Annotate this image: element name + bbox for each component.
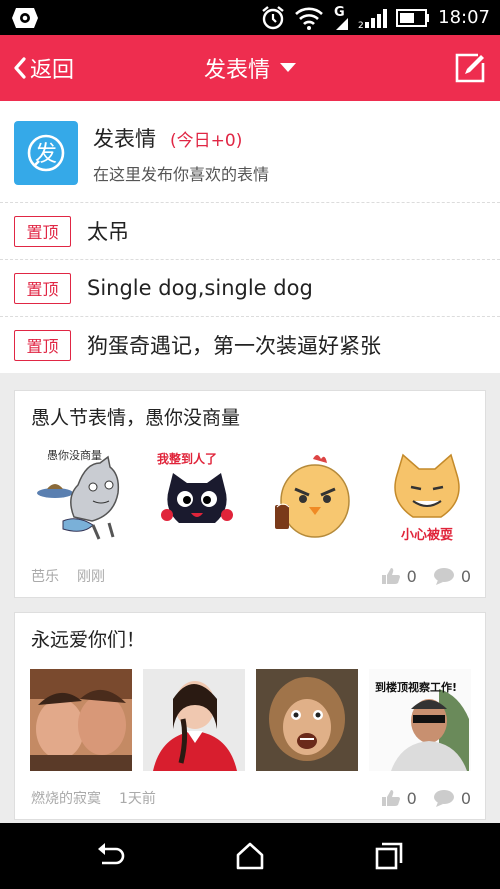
svg-text:2: 2 bbox=[358, 21, 364, 30]
orange-cat-sticker[interactable]: 小心被耍 bbox=[377, 445, 477, 545]
status-bar: G 2 18:07 bbox=[0, 0, 500, 35]
category-title: 发表情 bbox=[93, 127, 156, 151]
app-header: 返回 发表情 bbox=[0, 35, 500, 101]
signal-bars-icon: 2 bbox=[358, 8, 388, 30]
category-panel: 发 发表情 (今日+0) 在这里发布你喜欢的表情 置顶 太吊 置顶 Single… bbox=[0, 101, 500, 373]
like-count: 0 bbox=[406, 788, 417, 808]
recents-icon[interactable] bbox=[372, 839, 406, 873]
thumbs-up-icon bbox=[381, 568, 400, 584]
post-card[interactable]: 永远爱你们！ 到楼顶视察工作! 燃烧的寂寞 1天前 0 0 bbox=[14, 612, 486, 820]
pinned-badge: 置顶 bbox=[14, 272, 71, 304]
woman-red-jacket-photo[interactable] bbox=[143, 669, 245, 771]
settings-icon bbox=[12, 8, 38, 28]
battery-icon bbox=[396, 8, 430, 27]
sticker-caption: 我整到人了 bbox=[157, 451, 217, 466]
category-dropdown[interactable]: 发表情 bbox=[0, 35, 500, 101]
comment-icon bbox=[433, 790, 454, 807]
monkey-king-photo[interactable] bbox=[256, 669, 358, 771]
pinned-item[interactable]: 置顶 狗蛋奇遇记，第一次装逼好紧张 bbox=[0, 316, 500, 373]
comment-button[interactable]: 0 bbox=[433, 789, 471, 808]
comment-icon bbox=[433, 568, 454, 585]
thumbs-up-icon bbox=[381, 790, 400, 806]
post-title: 愚人节表情，愚你没商量 bbox=[31, 407, 241, 429]
pinned-badge: 置顶 bbox=[14, 215, 71, 247]
pinned-item[interactable]: 置顶 Single dog,single dog bbox=[0, 259, 500, 316]
sticker-caption: 小心被耍 bbox=[401, 527, 453, 543]
page-title: 发表情 bbox=[203, 58, 270, 83]
post-meta: 燃烧的寂寞 1天前 0 0 bbox=[31, 787, 471, 809]
pinned-title: 太吊 bbox=[87, 220, 129, 244]
svg-text:G: G bbox=[334, 5, 345, 20]
back-icon[interactable] bbox=[94, 839, 128, 873]
category-description: 在这里发布你喜欢的表情 bbox=[93, 165, 270, 184]
category-icon-char: 发 bbox=[35, 142, 57, 167]
edit-icon[interactable] bbox=[454, 52, 486, 84]
comment-count: 0 bbox=[460, 566, 471, 586]
man-sunglasses-photo[interactable]: 到楼顶视察工作! bbox=[369, 669, 471, 771]
alarm-icon bbox=[262, 5, 284, 29]
post-time: 刚刚 bbox=[77, 569, 105, 585]
post-card[interactable]: 愚人节表情，愚你没商量 愚你没商量 我整到人了 小心被耍 芭乐 刚刚 0 0 bbox=[14, 390, 486, 598]
today-count: (今日+0) bbox=[170, 131, 243, 151]
angry-chick-sticker[interactable] bbox=[265, 445, 365, 545]
post-author[interactable]: 芭乐 bbox=[31, 566, 59, 586]
chat-bubble-icon: 发 bbox=[27, 134, 65, 172]
system-nav-bar bbox=[0, 823, 500, 889]
sticker-caption: 愚你没商量 bbox=[47, 448, 102, 462]
two-men-photo[interactable] bbox=[30, 669, 132, 771]
photo-caption: 到楼顶视察工作! bbox=[375, 680, 457, 694]
like-button[interactable]: 0 bbox=[381, 567, 417, 586]
home-icon[interactable] bbox=[233, 839, 267, 873]
signal-g-icon: G bbox=[334, 5, 349, 30]
dropdown-arrow-icon bbox=[280, 63, 296, 72]
comment-count: 0 bbox=[460, 788, 471, 808]
post-meta: 芭乐 刚刚 0 0 bbox=[31, 565, 471, 587]
clock: 18:07 bbox=[438, 7, 490, 28]
like-count: 0 bbox=[406, 566, 417, 586]
photo-caption-line: 到楼顶视察工作! bbox=[375, 680, 457, 694]
post-title: 永远爱你们！ bbox=[31, 629, 146, 651]
black-cat-sticker[interactable]: 我整到人了 bbox=[147, 445, 247, 545]
post-author[interactable]: 燃烧的寂寞 bbox=[31, 788, 101, 808]
pinned-title: Single dog,single dog bbox=[87, 276, 313, 300]
post-time: 1天前 bbox=[119, 791, 156, 807]
wifi-icon bbox=[295, 7, 324, 30]
like-button[interactable]: 0 bbox=[381, 789, 417, 808]
pinned-item[interactable]: 置顶 太吊 bbox=[0, 202, 500, 259]
comment-button[interactable]: 0 bbox=[433, 567, 471, 586]
gray-cat-waiter-sticker[interactable]: 愚你没商量 bbox=[33, 445, 133, 545]
pinned-title: 狗蛋奇遇记，第一次装逼好紧张 bbox=[87, 334, 381, 358]
pinned-badge: 置顶 bbox=[14, 329, 71, 361]
category-icon: 发 bbox=[14, 121, 78, 185]
